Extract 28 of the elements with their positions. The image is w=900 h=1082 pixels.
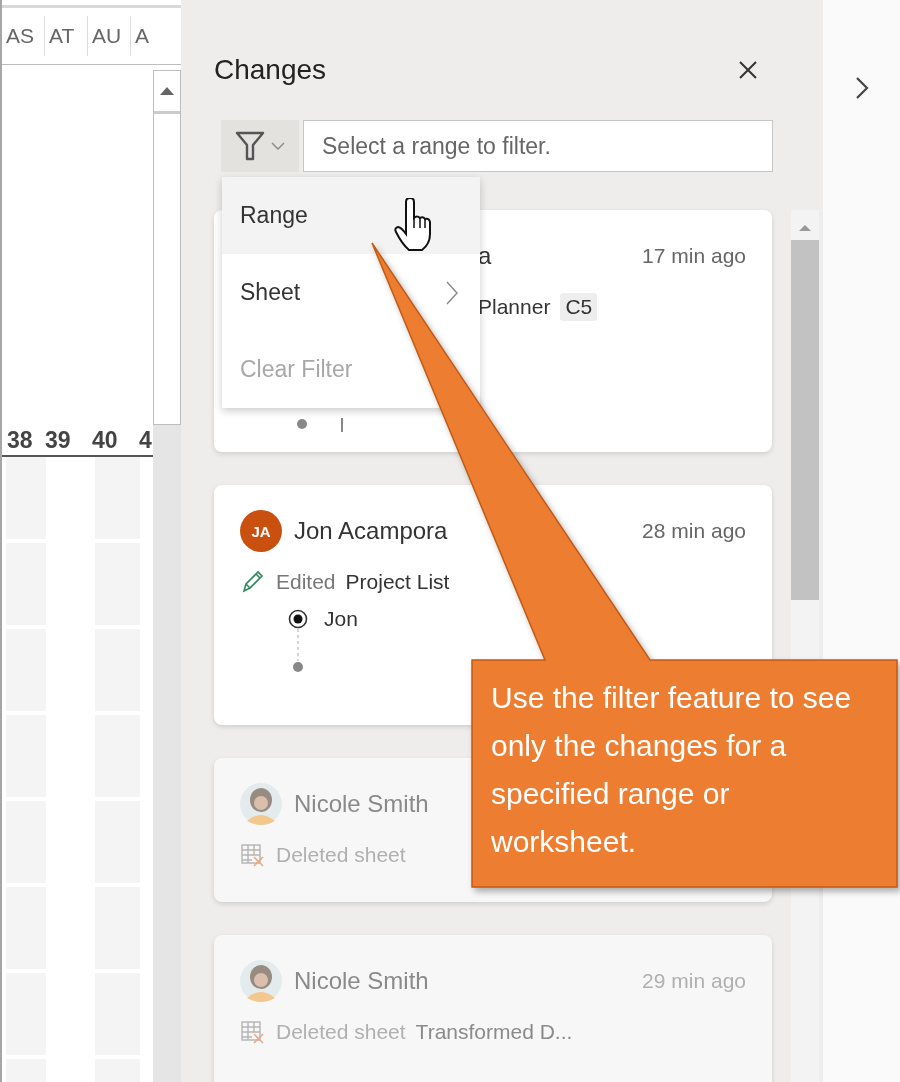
target-name: Project List	[345, 570, 450, 594]
menu-item[interactable]: Sheet	[222, 254, 480, 331]
action-verb: Edited	[276, 570, 336, 594]
column-header[interactable]: AS	[2, 16, 45, 56]
column-header[interactable]: AT	[45, 16, 88, 56]
callout-text: Use the filter feature to see only the changes for a specified range or worksheet.	[490, 680, 853, 860]
author-name: Nicole Smith	[294, 790, 429, 818]
avatar: JA	[240, 510, 282, 552]
timestamp: 28 min ago	[642, 519, 746, 543]
timestamp: 29 min ago	[642, 969, 746, 993]
row-header[interactable]: 4	[134, 426, 153, 454]
row-header[interactable]: 38	[2, 426, 40, 454]
author-name: Jon Acampora	[294, 517, 448, 545]
action-verb: Deleted sheet	[276, 843, 406, 867]
panel-title: Changes	[214, 54, 327, 86]
menu-item[interactable]: Range	[222, 177, 480, 254]
target-name: Planner	[478, 295, 551, 319]
action-verb: Deleted sheet	[276, 1020, 406, 1044]
target-name: Transformed D...	[415, 1020, 573, 1044]
reply-author: Jon	[324, 609, 358, 632]
row-header[interactable]: 40	[87, 426, 134, 454]
cell-reference: C5	[560, 293, 598, 321]
timestamp: 17 min ago	[642, 244, 746, 268]
author-name: Nicole Smith	[294, 967, 429, 995]
column-header[interactable]: AU	[88, 16, 131, 56]
row-header[interactable]: 39	[40, 426, 87, 454]
column-header[interactable]: A	[131, 16, 149, 56]
filter-field[interactable]: Select a range to filter.	[303, 120, 773, 172]
